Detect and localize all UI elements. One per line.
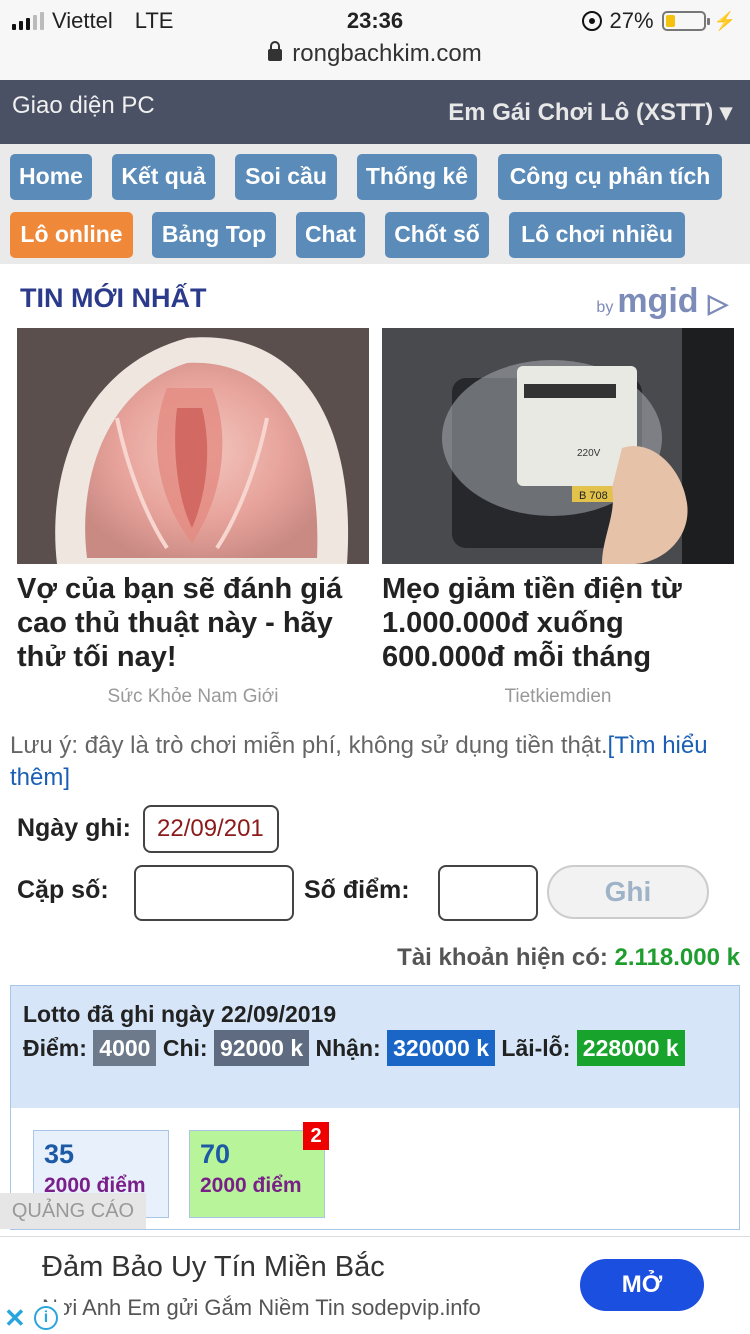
news-card[interactable]: 220V B 708 Mẹo giảm tiền điện từ 1.000.0… — [382, 328, 734, 707]
bets-heading: Lotto đã ghi ngày 22/09/2019 — [23, 1001, 337, 1027]
ad-label: QUẢNG CÁO — [0, 1193, 146, 1229]
received-total: 320000 k — [387, 1030, 495, 1066]
site-header: Giao diện PC Em Gái Chơi Lô (XSTT) ▾ — [0, 80, 750, 144]
orientation-lock-icon — [581, 11, 602, 31]
news-card[interactable]: Vợ của bạn sẽ đánh giá cao thủ thuật này… — [17, 328, 369, 707]
account-balance: Tài khoản hiện có: 2.118.000 k — [397, 944, 740, 971]
ad-banner[interactable]: Đảm Bảo Uy Tín Miền Bắc Nơi Anh Em gửi G… — [0, 1236, 750, 1334]
pc-view-link[interactable]: Giao diện PC — [12, 92, 155, 120]
nav-chot-so[interactable]: Chốt số — [385, 212, 489, 258]
points-label: Số điểm: — [304, 876, 410, 904]
nav-home[interactable]: Home — [10, 154, 92, 200]
date-label: Ngày ghi: — [17, 814, 131, 842]
news-image — [17, 328, 369, 564]
battery-icon — [661, 11, 710, 31]
close-icon[interactable]: ✕ — [4, 1303, 26, 1334]
news-headline[interactable]: Mẹo giảm tiền điện từ 1.000.000đ xuống 6… — [382, 572, 734, 674]
status-bar: Viettel LTE 23:36 27% ⚡ — [0, 0, 750, 40]
ad-subtitle: Nơi Anh Em gửi Gắm Niềm Tin sodepvip.inf… — [42, 1295, 481, 1320]
bets-summary: Lotto đã ghi ngày 22/09/2019 Điểm: 4000 … — [11, 986, 739, 1108]
ad-open-button[interactable]: MỞ — [580, 1259, 704, 1311]
charging-icon: ⚡ — [713, 10, 736, 31]
ad-controls: ✕ i — [0, 1302, 64, 1334]
date-field[interactable]: 22/09/201 — [143, 805, 279, 853]
lock-icon — [268, 41, 283, 61]
info-icon[interactable]: i — [34, 1306, 58, 1330]
nav-chat[interactable]: Chat — [296, 212, 365, 258]
nav-statistics[interactable]: Thống kê — [357, 154, 477, 200]
points-total: 4000 — [93, 1030, 157, 1066]
news-image: 220V B 708 — [382, 328, 734, 564]
pair-label: Cặp số: — [17, 876, 109, 904]
news-heading: TIN MỚI NHẤT — [20, 283, 207, 313]
submit-button[interactable]: Ghi — [547, 865, 709, 919]
profit-total: 228000 k — [576, 1030, 685, 1066]
hit-count-badge: 2 — [303, 1122, 329, 1150]
url-text: rongbachkim.com — [292, 40, 482, 67]
pair-number-input[interactable] — [134, 865, 294, 921]
ad-title[interactable]: Đảm Bảo Uy Tín Miền Bắc — [42, 1251, 385, 1284]
nav-top-board[interactable]: Bảng Top — [152, 212, 276, 258]
svg-text:220V: 220V — [577, 448, 601, 459]
points-input[interactable] — [438, 865, 538, 921]
nav-analysis-tools[interactable]: Công cụ phân tích — [498, 154, 722, 200]
spent-total: 92000 k — [213, 1030, 310, 1066]
news-headline[interactable]: Vợ của bạn sẽ đánh giá cao thủ thuật này… — [17, 572, 369, 674]
nav-popular-numbers[interactable]: Lô chơi nhiều — [509, 212, 685, 258]
news-source: Sức Khỏe Nam Giới — [107, 686, 279, 707]
address-bar[interactable]: rongbachkim.com — [0, 40, 750, 80]
nav-results[interactable]: Kết quả — [112, 154, 215, 200]
news-source: Tietkiemdien — [504, 686, 612, 707]
disclaimer-note: Lưu ý: đây là trò chơi miễn phí, không s… — [10, 732, 708, 791]
battery-percent: 27% — [609, 8, 654, 33]
mgid-logo[interactable]: by mgid ▷ — [596, 282, 728, 321]
room-dropdown[interactable]: Em Gái Chơi Lô (XSTT) ▾ — [448, 98, 732, 127]
nav-soi-cau[interactable]: Soi cầu — [235, 154, 337, 200]
main-nav: Home Kết quả Soi cầu Thống kê Công cụ ph… — [0, 144, 750, 264]
nav-lo-online[interactable]: Lô online — [10, 212, 133, 258]
svg-text:B 708: B 708 — [579, 490, 608, 502]
